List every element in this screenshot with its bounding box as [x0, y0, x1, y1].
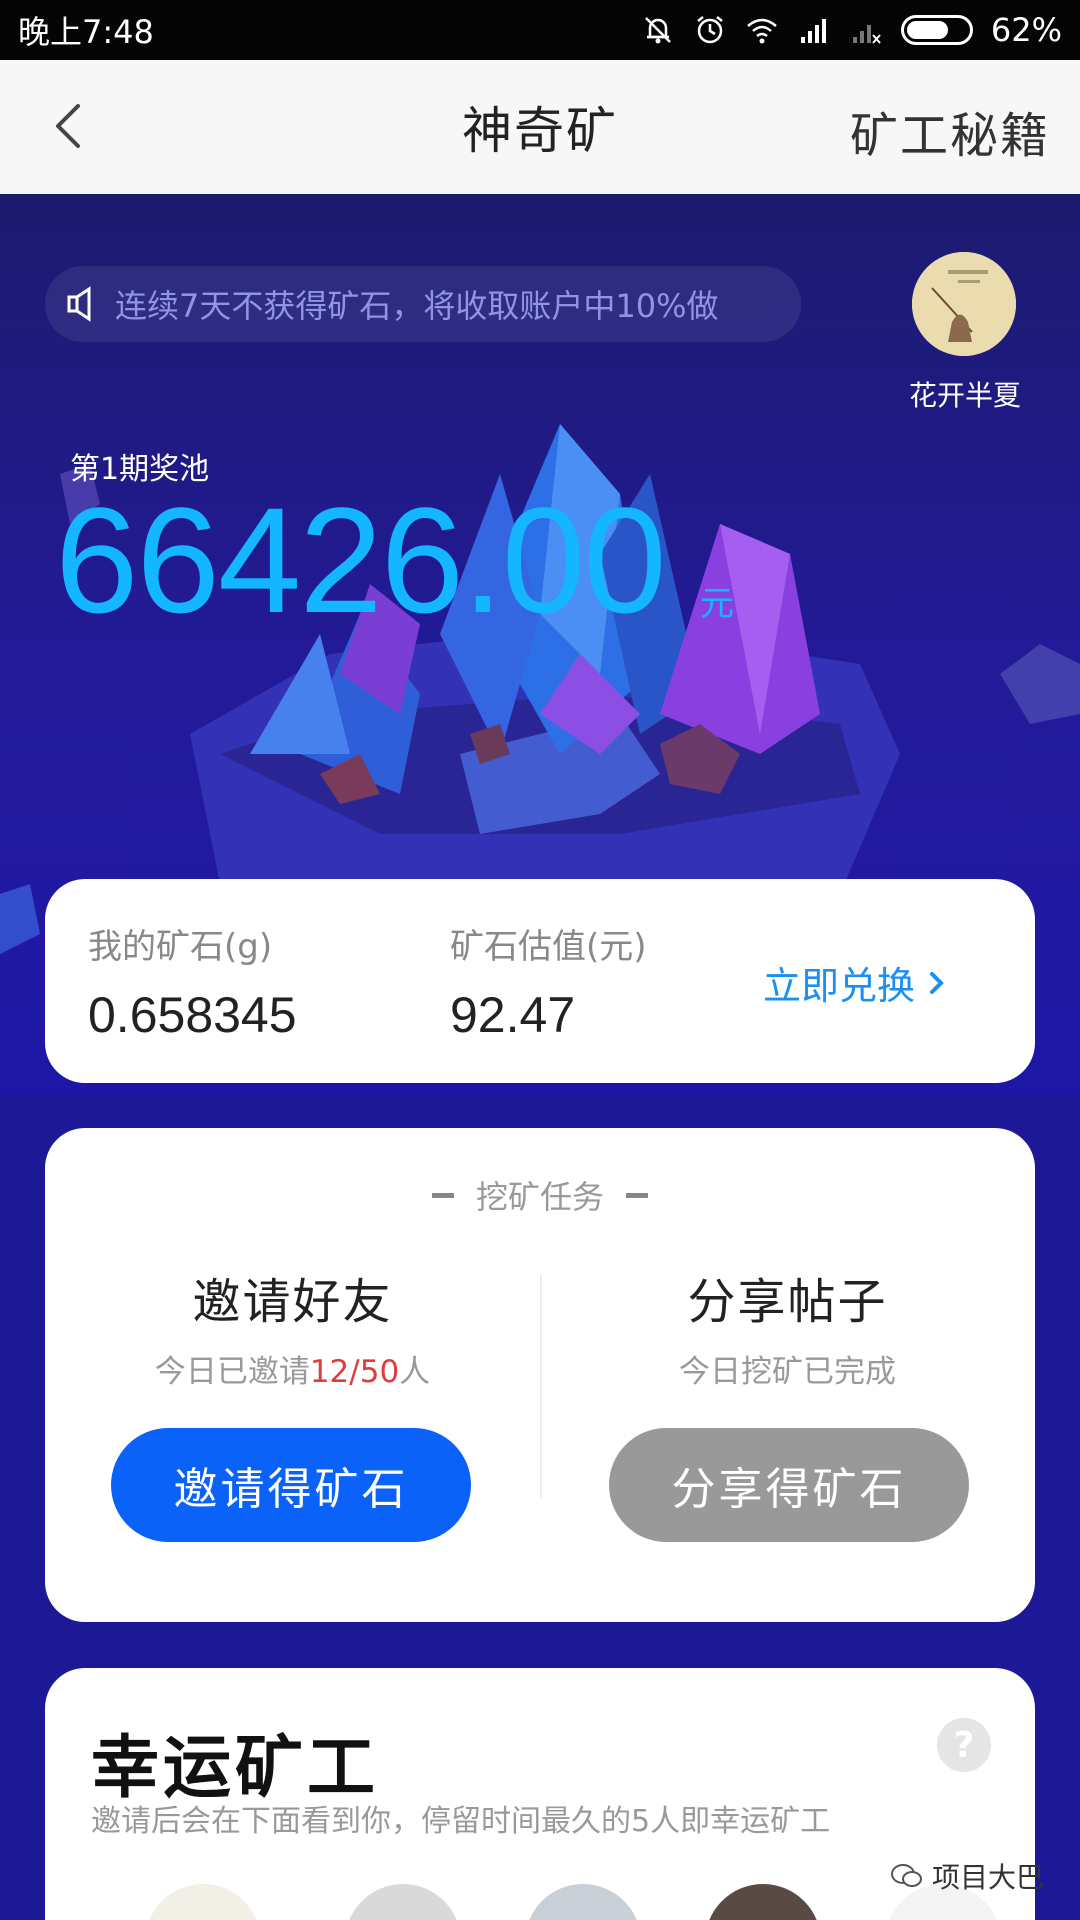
share-task-status: 今日挖矿已完成	[679, 1354, 896, 1390]
status-time: 晚上7:48	[18, 13, 154, 51]
page-title: 神奇矿	[462, 102, 618, 160]
mining-tasks-title: 挖矿任务	[475, 1178, 604, 1216]
lucky-miner-avatar[interactable]	[705, 1884, 821, 1920]
miner-guide-link[interactable]: 矿工秘籍	[850, 96, 1050, 166]
exchange-now-label: 立即兑换	[763, 964, 916, 1008]
prize-pool-unit: 元	[700, 584, 734, 624]
wechat-icon	[891, 1864, 922, 1887]
watermark-text: 项目大巴	[932, 1861, 1045, 1894]
ore-value-estimate: 矿石估值(元) 92.47	[450, 919, 647, 1044]
exchange-now-button[interactable]: 立即兑换	[763, 955, 947, 1010]
my-ore-label: 我的矿石(g)	[88, 927, 273, 967]
divider-dash	[431, 1192, 454, 1198]
share-task-name: 分享帖子	[687, 1274, 888, 1330]
lucky-miners-card: 幸运矿工 ? 邀请后会在下面看到你，停留时间最久的5人即幸运矿工	[45, 1668, 1035, 1920]
avatar-image	[912, 252, 1016, 356]
signal-icon	[800, 19, 826, 43]
lucky-miners-subtitle: 邀请后会在下面看到你，停留时间最久的5人即幸运矿工	[91, 1804, 831, 1839]
share-task: 分享帖子 今日挖矿已完成	[540, 1262, 1035, 1391]
invite-progress-prefix: 今日已邀请	[154, 1354, 310, 1390]
invite-task-name: 邀请好友	[192, 1274, 393, 1330]
ore-value-amount: 92.47	[450, 987, 576, 1043]
back-arrow-icon[interactable]	[44, 100, 96, 152]
battery-percent: 62%	[990, 11, 1062, 49]
notice-banner[interactable]: 连续7天不获得矿石，将收取账户中10%做	[45, 266, 801, 342]
my-ore-value: 0.658345	[88, 987, 297, 1043]
chevron-right-icon	[930, 971, 944, 994]
bell-off-icon	[644, 17, 671, 44]
avatar[interactable]	[912, 252, 1016, 356]
ore-summary-card: 我的矿石(g) 0.658345 矿石估值(元) 92.47 立即兑换	[45, 879, 1035, 1083]
nav-bar: 神奇矿 矿工秘籍	[0, 60, 1080, 194]
mining-tasks-header: 挖矿任务	[45, 1172, 1035, 1218]
lucky-miner-avatar[interactable]	[345, 1884, 461, 1920]
lucky-miner-avatar[interactable]	[525, 1884, 641, 1920]
status-icons: 62%	[641, 11, 1062, 49]
ore-value-label: 矿石估值(元)	[450, 927, 647, 967]
user-profile[interactable]: 花开半夏	[909, 252, 1021, 414]
wifi-icon	[747, 18, 777, 44]
lucky-miner-avatar[interactable]	[145, 1884, 261, 1920]
invite-progress-suffix: 人	[399, 1354, 431, 1390]
lucky-miners-list	[105, 1884, 1005, 1920]
mining-tasks-card: 挖矿任务 邀请好友 今日已邀请12/50人 分享帖子 今日挖矿已完成 邀请得矿石…	[45, 1128, 1035, 1622]
my-ore: 我的矿石(g) 0.658345	[88, 919, 297, 1044]
user-name: 花开半夏	[908, 379, 1021, 412]
help-icon[interactable]: ?	[937, 1718, 991, 1772]
divider-dash	[626, 1192, 648, 1198]
watermark: 项目大巴	[890, 1856, 1044, 1896]
status-bar: 晚上7:48 62%	[0, 0, 1080, 60]
battery-icon	[900, 15, 973, 45]
notice-text: 连续7天不获得矿石，将收取账户中10%做	[115, 287, 719, 325]
invite-earn-button[interactable]: 邀请得矿石	[111, 1428, 471, 1542]
alarm-icon	[697, 16, 723, 44]
prize-pool-amount: 66426.00	[55, 476, 667, 644]
signal-x-icon	[852, 25, 881, 44]
invite-task-progress: 今日已邀请12/50人	[45, 1346, 540, 1391]
invite-task: 邀请好友 今日已邀请12/50人	[45, 1262, 540, 1391]
invite-progress-count: 12/50	[309, 1354, 400, 1390]
speaker-icon	[67, 286, 91, 322]
share-earn-button[interactable]: 分享得矿石	[609, 1428, 969, 1542]
